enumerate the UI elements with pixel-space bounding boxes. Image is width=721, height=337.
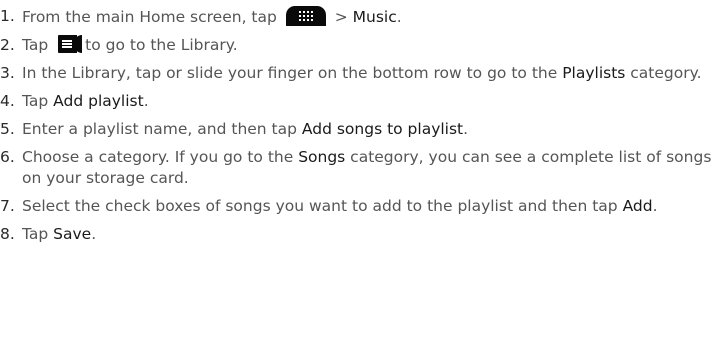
step-number: 5. xyxy=(0,120,15,138)
step-8: 8. Tap Save. xyxy=(0,224,721,245)
step-number: 3. xyxy=(0,64,15,82)
step-text: Choose a category. If you go to the xyxy=(22,148,299,166)
step-text: . xyxy=(463,120,469,138)
step-text: . xyxy=(396,8,402,26)
ui-term-playlists: Playlists xyxy=(562,64,626,82)
step-6: 6. Choose a category. If you go to the S… xyxy=(0,147,721,189)
step-number: 7. xyxy=(0,197,15,215)
app-launcher-icon xyxy=(285,6,326,26)
step-text: Tap xyxy=(22,225,54,243)
step-text: In the Library, tap or slide your finger… xyxy=(22,64,563,82)
step-number: 8. xyxy=(0,225,15,243)
step-text: Select the check boxes of songs you want… xyxy=(22,197,623,215)
step-text: From the main Home screen, tap xyxy=(22,8,277,26)
step-text: category. xyxy=(625,64,702,82)
step-3: 3. In the Library, tap or slide your fin… xyxy=(0,63,721,84)
step-text: Tap xyxy=(22,36,49,54)
ui-term-music: Music xyxy=(352,8,397,26)
step-1: 1. From the main Home screen, tap > Musi… xyxy=(0,6,721,28)
step-number: 1. xyxy=(0,7,15,25)
step-5: 5. Enter a playlist name, and then tap A… xyxy=(0,119,721,140)
step-text: > xyxy=(334,8,353,26)
instruction-steps: 1. From the main Home screen, tap > Musi… xyxy=(0,0,721,245)
step-number: 6. xyxy=(0,148,15,166)
step-number: 4. xyxy=(0,92,15,110)
step-text: . xyxy=(652,197,658,215)
ui-term-add-songs: Add songs to playlist xyxy=(301,120,464,138)
step-text: . xyxy=(143,92,149,110)
step-4: 4. Tap Add playlist. xyxy=(0,91,721,112)
ui-term-songs: Songs xyxy=(298,148,346,166)
step-text: to go to the Library. xyxy=(85,36,238,54)
ui-term-save: Save xyxy=(53,225,92,243)
step-number: 2. xyxy=(0,36,15,54)
step-text: Tap xyxy=(22,92,54,110)
step-2: 2. Tap to go to the Library. xyxy=(0,35,721,56)
step-7: 7. Select the check boxes of songs you w… xyxy=(0,196,721,217)
ui-term-add-playlist: Add playlist xyxy=(53,92,144,110)
ui-term-add: Add xyxy=(622,197,653,215)
library-icon xyxy=(58,35,83,53)
step-text: Enter a playlist name, and then tap xyxy=(22,120,302,138)
step-text: . xyxy=(91,225,97,243)
